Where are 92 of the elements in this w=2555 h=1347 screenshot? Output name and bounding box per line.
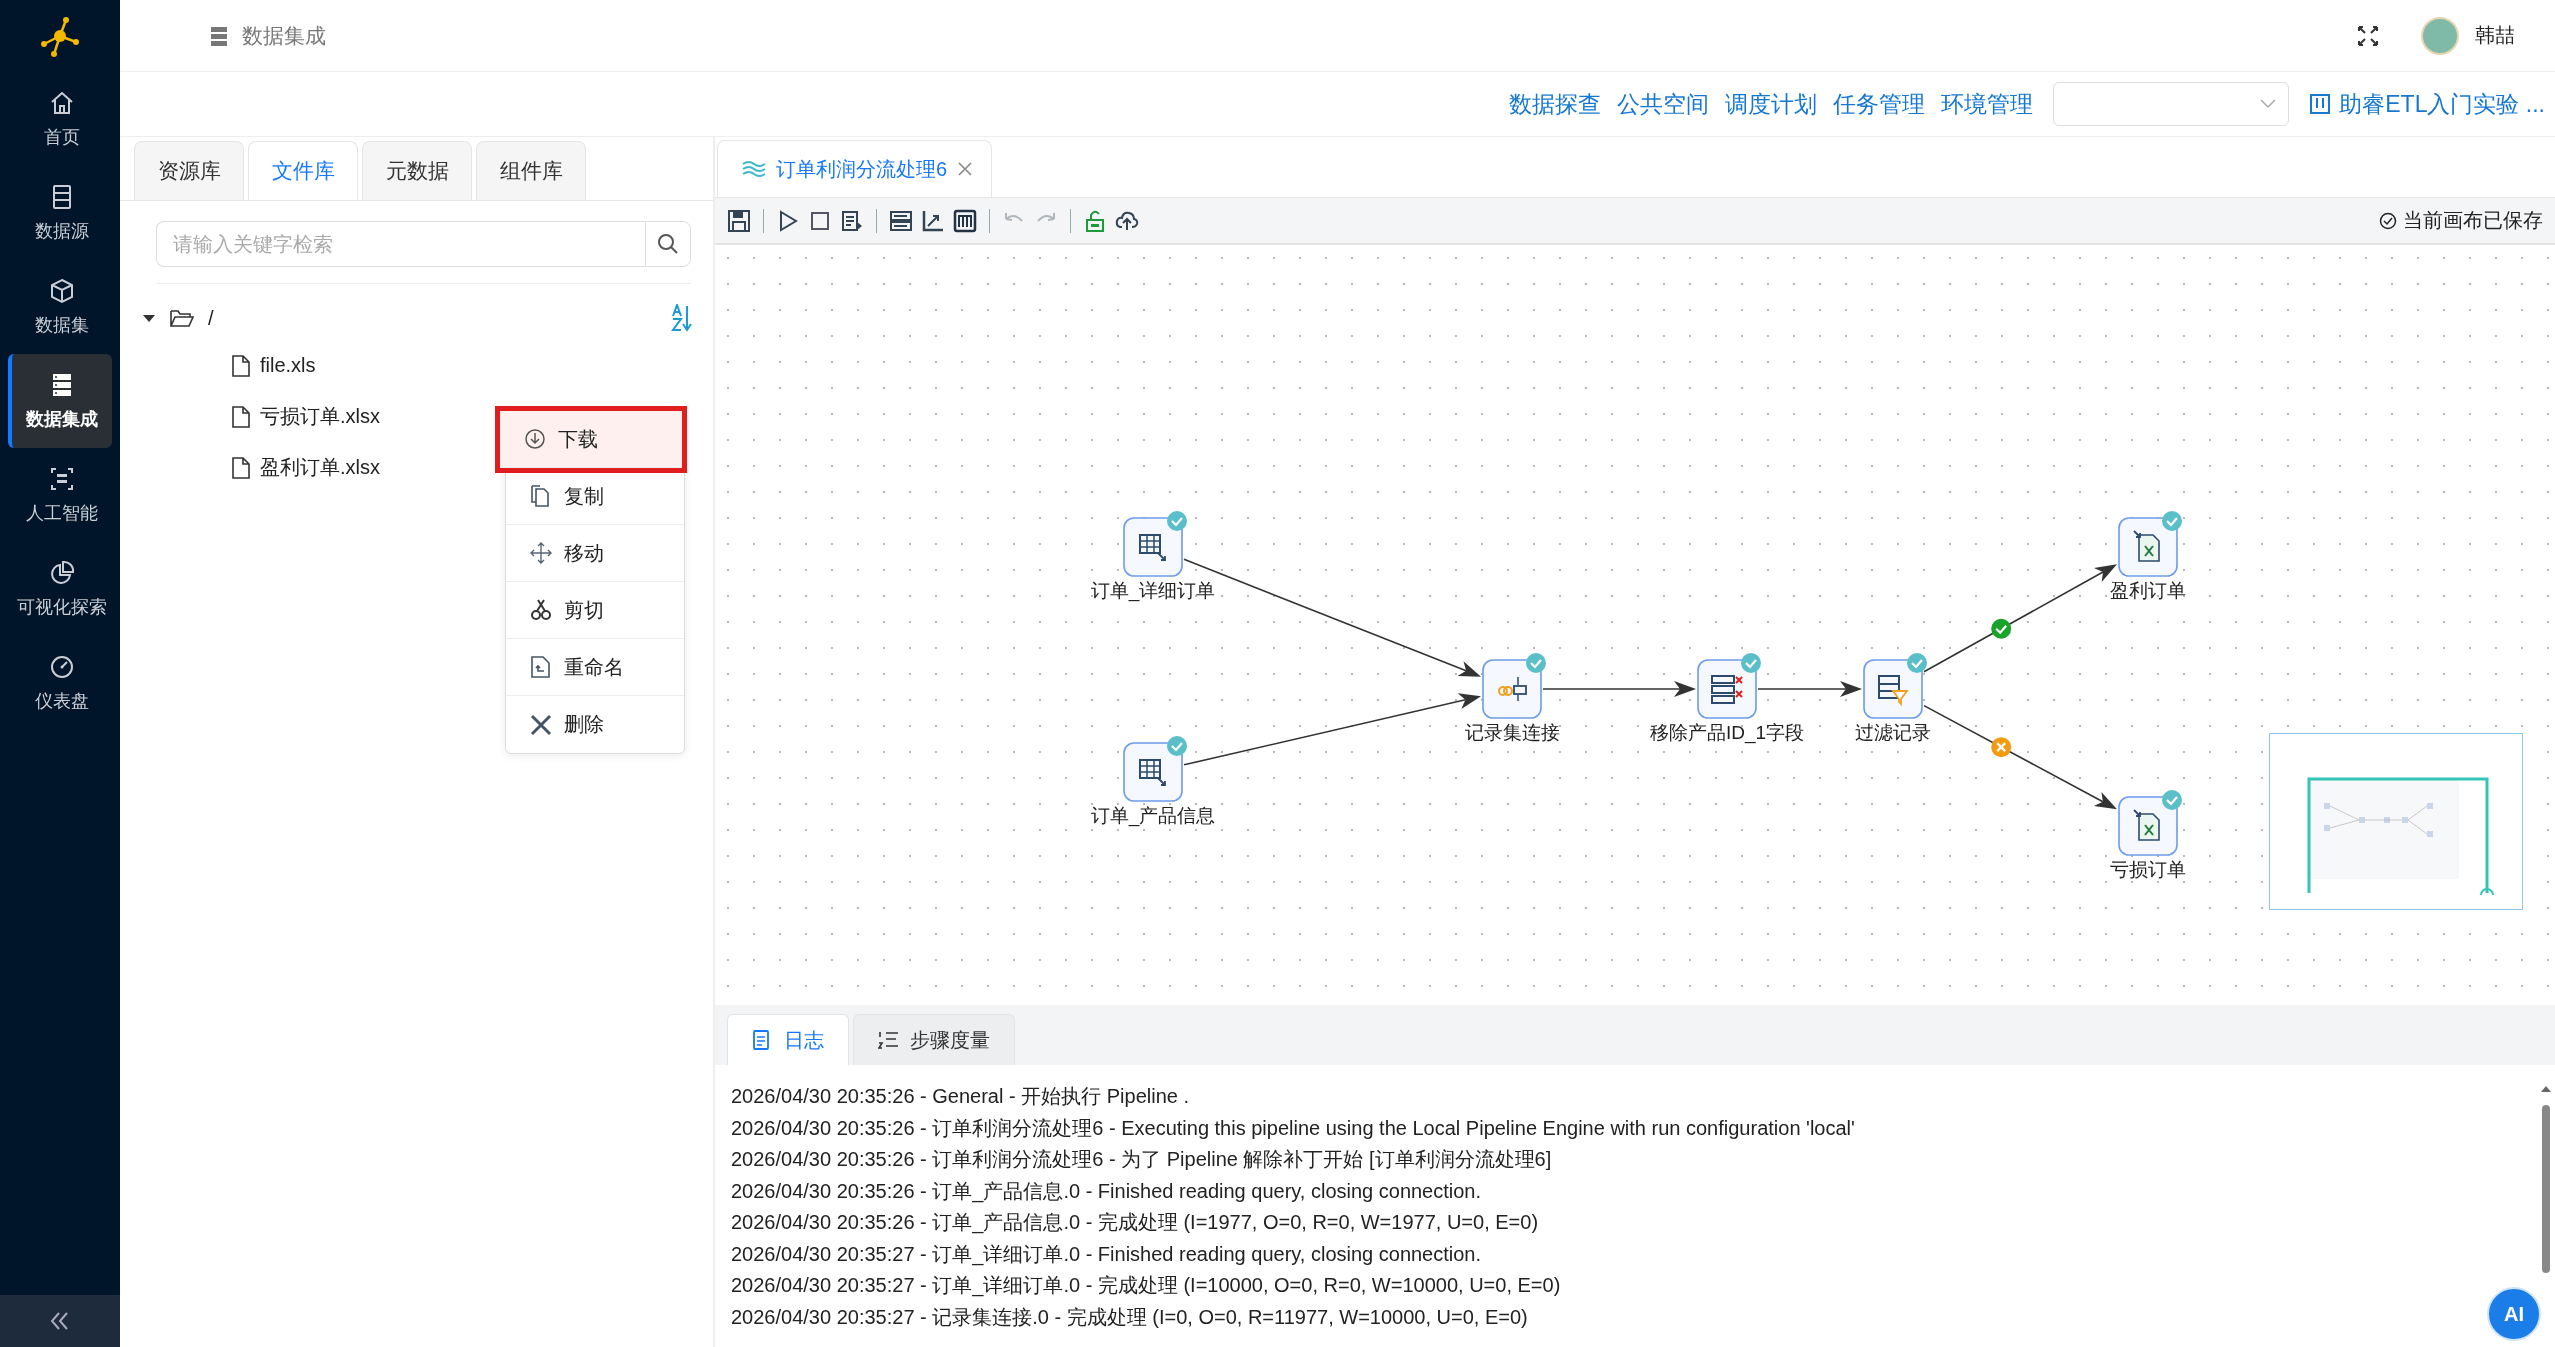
sidebar-item[interactable]: 人工智能 [8,448,112,542]
logo-icon [38,14,82,58]
rename-icon [530,656,552,678]
menu-item[interactable]: 删除 [506,696,684,753]
tab[interactable]: 步骤度量 [853,1014,1015,1065]
menu-item[interactable]: 重命名 [506,639,684,696]
step-label: 订单_产品信息 [1090,805,1216,826]
step-label: 订单_详细订单 [1090,580,1216,601]
waves-icon [742,160,766,178]
scissors-icon [530,599,552,621]
nav-link[interactable]: 任务管理 [1833,88,1926,120]
board-icon [2309,93,2332,115]
scan-icon [48,465,76,493]
sidebar-item[interactable]: 数据集 [8,260,112,354]
file-item[interactable]: file.xls [232,340,316,391]
step-label: 过滤记录 [1855,722,1931,743]
guide-link[interactable]: 助睿ETL入门实验 ... [2309,88,2545,120]
file-icon [232,354,250,377]
log-line: 2026/04/30 20:35:27 - 记录集连接.0 - 完成处理 (I=0, O=0, R=11977, W=10000, U=0, E=0) [731,1304,1528,1330]
close-icon[interactable] [957,161,974,177]
pipeline-step-node[interactable] [1697,659,1757,719]
tab-title: 订单利润分流处理6 [776,156,948,182]
sort-az-icon[interactable] [671,304,693,332]
log-line: 2026/04/30 20:35:26 - 订单利润分流处理6 - 为了 Pipeline 解除补丁开始 [订单利润分流处理6] [731,1147,1552,1172]
unlock-icon[interactable] [1083,208,1107,233]
sidebar-item[interactable]: 仪表盘 [8,636,112,730]
log-line: 2026/04/30 20:35:26 - 订单利润分流处理6 - Executing this pipeline using the Local Pipeline Engine with run configuration 'local' [731,1115,1855,1141]
nav-link[interactable]: 调度计划 [1725,88,1818,120]
step-label: 亏损订单 [2110,859,2186,880]
tab[interactable]: 日志 [727,1014,849,1065]
search-button[interactable] [645,221,691,267]
cube-icon [48,277,76,305]
check-circle-icon [2379,211,2397,230]
copy-icon [530,485,552,507]
pipeline-step-node[interactable] [1863,659,1923,719]
pipeline-step-node[interactable] [2118,796,2178,856]
assistant-button[interactable]: AI [2487,1287,2541,1341]
search-icon [657,233,679,255]
pipeline-step-node[interactable] [2118,517,2178,577]
tab[interactable]: 资源库 [134,141,244,200]
sidebar-item[interactable]: 数据源 [8,166,112,260]
chevron-down-icon [2260,99,2277,109]
move-icon [530,542,552,564]
double-chevron-left-icon [49,1311,71,1331]
search-field[interactable]: 请输入关键字检索 [156,221,645,267]
pipeline-step-node[interactable] [1482,659,1542,719]
file-icon [232,456,250,479]
step-label: 记录集连接 [1464,722,1560,743]
log-line: 2026/04/30 20:35:26 - General - 开始执行 Pipeline . [731,1084,1190,1109]
menu-item[interactable]: 移动 [506,525,684,582]
menu-item[interactable]: 剪切 [506,582,684,639]
scrollbar[interactable] [2539,1085,2553,1275]
pipeline-step-node[interactable] [1123,742,1183,802]
fullscreen-icon[interactable] [2357,24,2379,47]
sidebar-item[interactable]: 首页 [8,72,112,166]
rows-icon[interactable] [889,208,913,233]
sidebar-item[interactable]: 可视化探索 [8,542,112,636]
log-line: 2026/04/30 20:35:26 - 订单_产品信息.0 - 完成处理 (I=1977, O=0, R=0, W=1977, U=0, E=0) [731,1210,1539,1236]
close-icon [530,713,552,736]
log-line: 2026/04/30 20:35:27 - 订单_详细订单.0 - 完成处理 (I=10000, O=0, R=0, W=10000, U=0, E=0) [731,1273,1561,1299]
breadcrumb: 数据集成 [242,22,326,49]
pie-chart-icon [48,559,76,587]
file-icon [232,405,250,428]
file-item[interactable]: 亏损订单.xlsx [232,391,380,442]
log-line: 2026/04/30 20:35:27 - 订单_详细订单.0 - Finished reading query, closing connection. [731,1241,1482,1268]
folder-icon [170,308,194,328]
step-label: 盈利订单 [2110,580,2186,601]
user-name[interactable]: 韩喆 [2475,22,2515,49]
tab[interactable]: 元数据 [362,141,472,200]
step-label: 移除产品ID_1字段 [1649,722,1805,743]
nav-link[interactable]: 数据探查 [1509,88,1602,120]
nav-link[interactable]: 环境管理 [1941,88,2034,120]
tab[interactable]: 文件库 [248,141,358,200]
pipeline-step-node[interactable] [1123,517,1183,577]
numbered-list-icon [878,1029,900,1051]
axis-icon[interactable] [921,208,945,233]
folder-name[interactable]: / [208,306,214,330]
log-line: 2026/04/30 20:35:26 - 订单_产品信息.0 - Finished reading query, closing connection. [731,1178,1482,1205]
file-item[interactable]: 盈利订单.xlsx [232,442,380,493]
tab[interactable]: 组件库 [476,141,586,200]
server-icon [210,25,228,46]
save-icon[interactable] [727,208,751,233]
sidebar-item[interactable]: 数据集成 [8,354,112,448]
caret-icon[interactable] [142,312,156,324]
menu-item[interactable]: 复制 [506,468,684,525]
save-status: 当前画布已保存 [2403,208,2543,233]
download-icon [524,428,546,450]
nav-link[interactable]: 公共空间 [1617,88,1710,120]
gauge-icon [48,653,76,681]
m-square-icon[interactable] [953,208,977,233]
success-hop-icon[interactable] [1991,618,2012,639]
preview-icon[interactable] [840,208,864,233]
